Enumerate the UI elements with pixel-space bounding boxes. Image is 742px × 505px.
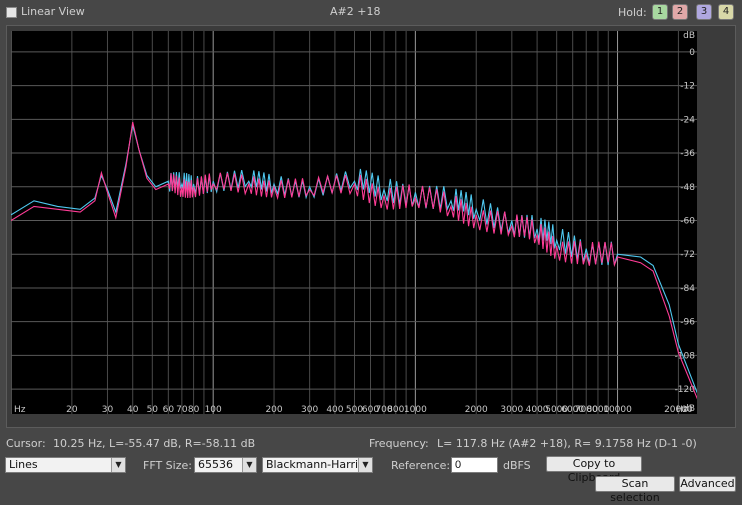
y-tick-label: -96 [680,318,695,328]
y-tick-label: -24 [680,115,695,125]
y-tick-label: 0 [689,48,695,58]
scan-selection-button[interactable]: Scan selection [595,476,675,504]
x-tick-label: 60 [163,405,175,414]
x-tick-label: 3000 [500,405,523,414]
chevron-down-icon: ▼ [111,458,125,472]
reference-label: Reference: [391,459,451,472]
y-tick-label: -36 [680,149,695,159]
fft-size-value: 65536 [198,458,233,471]
x-tick-label: 20 [66,405,78,414]
x-tick-label: 800 [387,405,404,414]
x-tick-label: 50 [147,405,159,414]
window-value: Blackmann-Harris [266,458,364,471]
hold-1-button[interactable]: 1 [652,4,668,20]
copy-to-clipboard-button[interactable]: Copy to Clipboard [546,456,642,484]
frequency-label: Frequency: [369,437,429,450]
x-tick-label: 80 [188,405,200,414]
spectrum-plot[interactable]: Hz 20 30 40 50 60 70 80 100 200 300 400 500 600 700 800… [11,31,697,414]
x-tick-label: 500 [346,405,363,414]
y-tick-label: dB [683,404,695,414]
x-tick-label: 70 [176,405,188,414]
window-select[interactable]: Blackmann-Harris ▼ [262,457,373,473]
display-style-value: Lines [9,458,38,471]
fft-size-label: FFT Size: [143,459,192,472]
x-tick-label: 10000 [603,405,632,414]
linear-view-label: Linear View [21,5,85,18]
x-tick-label: 1000 [404,405,427,414]
cursor-value: 10.25 Hz, L=-55.47 dB, R=-58.11 dB [53,437,256,450]
x-tick-label: 400 [326,405,343,414]
reference-unit: dBFS [503,459,531,472]
y-tick-label: -12 [680,82,695,92]
note-readout: A#2 +18 [330,5,381,18]
y-tick-label: -48 [680,183,695,193]
x-tick-label: 40 [127,405,139,414]
advanced-button[interactable]: Advanced [679,476,736,492]
frequency-value: L= 117.8 Hz (A#2 +18), R= 9.1758 Hz (D-1… [437,437,697,450]
cursor-label: Cursor: [6,437,46,450]
x-tick-label: 300 [301,405,318,414]
x-tick-label: Hz [14,405,26,414]
hold-3-button[interactable]: 3 [696,4,712,20]
fft-size-select[interactable]: 65536 ▼ [194,457,257,473]
y-tick-label: -60 [680,217,695,227]
x-tick-label: 2000 [465,405,488,414]
chevron-down-icon: ▼ [242,458,256,472]
reference-input[interactable] [451,457,498,473]
x-tick-label: 200 [265,405,282,414]
y-tick-label: -72 [680,250,695,260]
hold-label: Hold: [618,6,647,19]
y-tick-label: dB [683,31,695,41]
x-tick-label: 30 [102,405,114,414]
hold-4-button[interactable]: 4 [718,4,734,20]
x-tick-label: 100 [205,405,222,414]
chevron-down-icon: ▼ [358,458,372,472]
y-tick-label: -84 [680,284,695,294]
spectrum-chart: Hz 20 30 40 50 60 70 80 100 200 300 400 500600700800… [11,31,697,414]
display-style-select[interactable]: Lines ▼ [5,457,126,473]
linear-view-checkbox[interactable] [6,7,17,18]
hold-2-button[interactable]: 2 [672,4,688,20]
